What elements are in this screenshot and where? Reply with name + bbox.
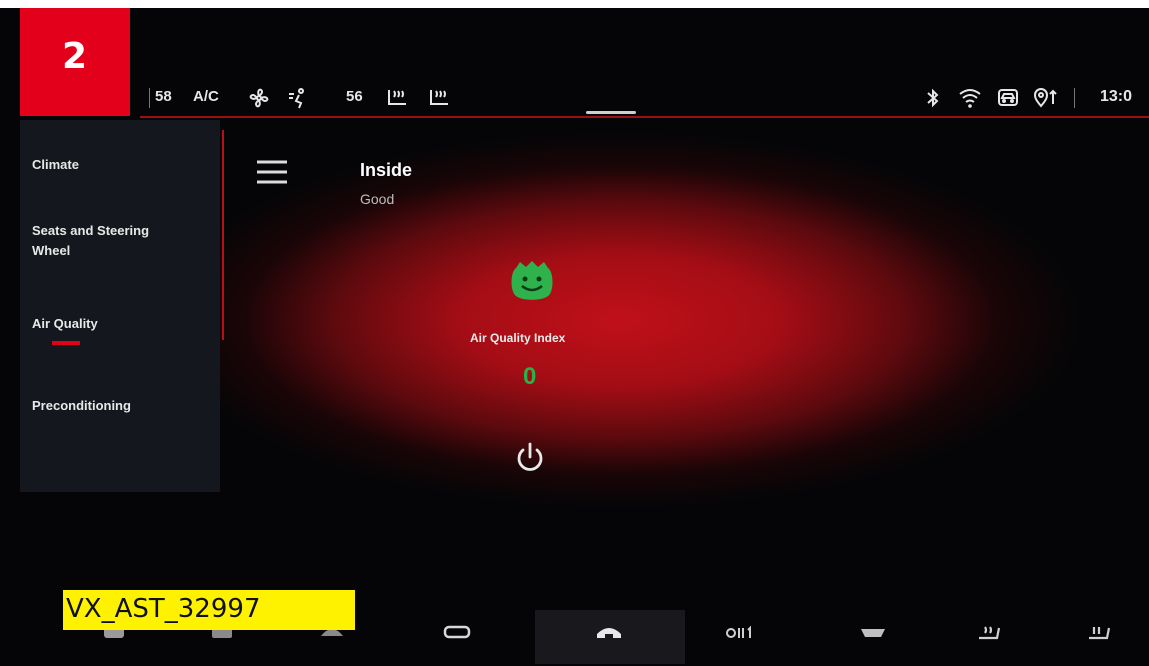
seat-heat-left-icon[interactable] — [386, 87, 410, 109]
sidebar — [20, 120, 220, 492]
step-number: 2 — [62, 36, 88, 77]
seat-heat-right-icon[interactable] — [428, 87, 452, 109]
happy-face-icon — [511, 261, 553, 300]
status-divider — [149, 88, 150, 108]
menu-icon[interactable] — [255, 158, 289, 188]
page-subtitle: Good — [360, 191, 395, 207]
rear-defrost-icon[interactable] — [442, 624, 472, 642]
bluetooth-icon[interactable] — [925, 87, 941, 109]
right-temperature[interactable]: 56 — [346, 88, 363, 105]
air-quality-index-label: Air Quality Index — [470, 331, 566, 345]
auto-climate-icon[interactable] — [724, 624, 758, 642]
clock: 13:0 — [1100, 88, 1133, 105]
air-quality-index-value: 0 — [523, 363, 537, 390]
background-glow — [150, 133, 1149, 523]
location-icon[interactable] — [1033, 87, 1061, 109]
sidebar-item-air-quality[interactable]: Air Quality — [32, 314, 192, 334]
seat-heat-icon[interactable] — [975, 624, 1005, 642]
left-temperature[interactable]: 58 — [155, 88, 172, 105]
ac-button[interactable]: A/C — [193, 88, 219, 105]
airflow-icon[interactable] — [287, 87, 309, 109]
vent-icon[interactable] — [858, 624, 888, 642]
image-id-text: VX_AST_32997 — [66, 594, 261, 624]
active-tab-indicator — [52, 341, 80, 345]
status-divider — [1074, 88, 1075, 108]
seat-cool-icon[interactable] — [1085, 624, 1115, 642]
step-badge: 2 — [20, 8, 130, 116]
sidebar-item-climate[interactable]: Climate — [32, 155, 192, 175]
sidebar-item-seats-and-steering-wheel[interactable]: Seats and Steering Wheel — [32, 221, 182, 261]
home-icon[interactable] — [594, 624, 624, 642]
sidebar-active-edge — [222, 130, 224, 340]
car-status-icon[interactable] — [996, 87, 1020, 109]
pull-down-handle[interactable] — [586, 111, 636, 114]
image-id-tag: VX_AST_32997 — [63, 590, 355, 630]
wifi-icon[interactable] — [958, 87, 982, 109]
power-icon[interactable] — [512, 440, 548, 476]
fan-icon[interactable] — [248, 87, 270, 109]
status-bar: 58 A/C 56 13:0 — [140, 80, 1149, 118]
page-title: Inside — [360, 160, 413, 180]
sidebar-item-preconditioning[interactable]: Preconditioning — [32, 396, 192, 416]
status-bar-underline — [140, 116, 1149, 118]
